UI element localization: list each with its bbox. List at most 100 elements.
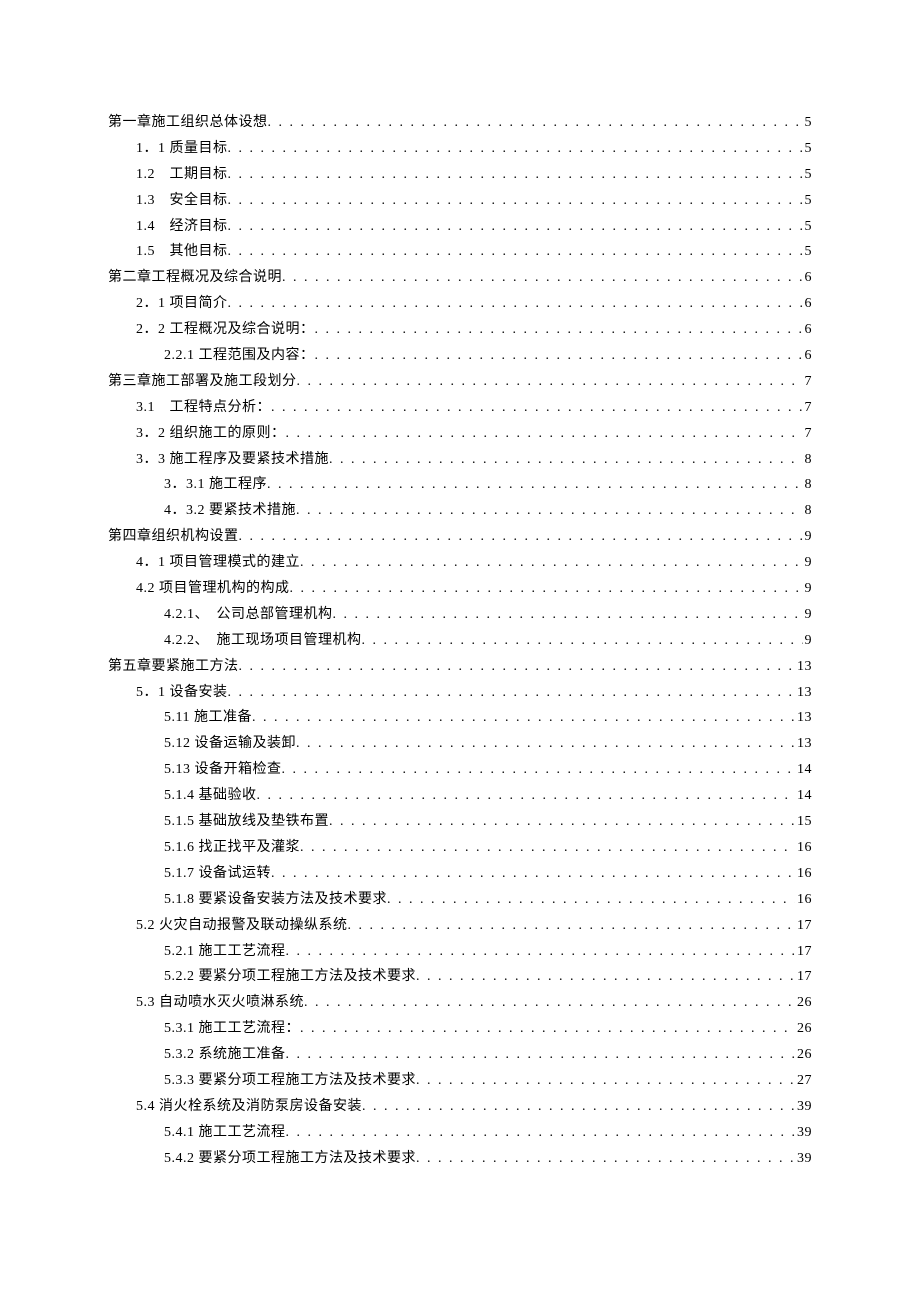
toc-entry-title: 4．3.2 要紧技术措施 (164, 498, 296, 524)
toc-entry-page: 9 (803, 524, 813, 550)
toc-leader-dots (416, 964, 795, 990)
toc-entry-title: 2．1 项目简介 (136, 291, 228, 317)
toc-entry-title: 第三章施工部署及施工段划分 (108, 369, 297, 395)
toc-entry[interactable]: 5.1.5 基础放线及垫铁布置15 (108, 809, 812, 835)
toc-entry-title: 第一章施工组织总体设想 (108, 110, 268, 136)
toc-entry[interactable]: 5.1.7 设备试运转 16 (108, 861, 812, 887)
toc-entry[interactable]: 1.2 工期目标5 (108, 162, 812, 188)
toc-entry-page: 17 (795, 913, 812, 939)
toc-leader-dots (416, 1146, 795, 1172)
toc-entry[interactable]: 5.3.3 要紧分项工程施工方法及技术要求27 (108, 1068, 812, 1094)
toc-entry[interactable]: 1．1 质量目标 5 (108, 136, 812, 162)
toc-entry[interactable]: 1.4 经济目标5 (108, 214, 812, 240)
toc-entry[interactable]: 5.2 火灾自动报警及联动操纵系统 17 (108, 913, 812, 939)
toc-entry[interactable]: 第五章要紧施工方法 13 (108, 654, 812, 680)
toc-leader-dots (286, 1042, 796, 1068)
toc-leader-dots (416, 1068, 795, 1094)
toc-entry[interactable]: 4.2.2、 施工现场项目管理机构9 (108, 628, 812, 654)
toc-entry[interactable]: 5.1.8 要紧设备安装方法及技术要求16 (108, 887, 812, 913)
toc-leader-dots (286, 939, 796, 965)
toc-leader-dots (239, 654, 796, 680)
toc-entry[interactable]: 第一章施工组织总体设想5 (108, 110, 812, 136)
toc-entry[interactable]: 2．1 项目简介 6 (108, 291, 812, 317)
toc-entry-page: 16 (795, 861, 812, 887)
toc-entry[interactable]: 5.1.6 找正找平及灌浆16 (108, 835, 812, 861)
toc-leader-dots (304, 990, 795, 1016)
toc-entry[interactable]: 5.3 自动喷水灭火喷淋系统 26 (108, 990, 812, 1016)
toc-entry-page: 39 (795, 1094, 812, 1120)
toc-entry[interactable]: 第二章工程概况及综合说明6 (108, 265, 812, 291)
toc-entry-page: 8 (803, 498, 813, 524)
toc-entry[interactable]: 5.4.1 施工工艺流程 39 (108, 1120, 812, 1146)
toc-entry-page: 6 (803, 317, 813, 343)
toc-entry[interactable]: 5．1 设备安装 13 (108, 680, 812, 706)
toc-entry-page: 8 (803, 472, 813, 498)
toc-entry[interactable]: 5.3.1 施工工艺流程：26 (108, 1016, 812, 1042)
toc-entry[interactable]: 5.12 设备运输及装卸13 (108, 731, 812, 757)
toc-entry[interactable]: 5.2.1 施工工艺流程17 (108, 939, 812, 965)
toc-entry-page: 13 (795, 680, 812, 706)
toc-entry-page: 5 (803, 136, 813, 162)
toc-entry[interactable]: 2.2.1 工程范围及内容：6 (108, 343, 812, 369)
toc-entry[interactable]: 4.2.1、 公司总部管理机构9 (108, 602, 812, 628)
toc-entry[interactable]: 2．2 工程概况及综合说明：6 (108, 317, 812, 343)
toc-entry-title: 5.4.1 施工工艺流程 (164, 1120, 286, 1146)
toc-leader-dots (300, 835, 795, 861)
toc-entry-title: 第五章要紧施工方法 (108, 654, 239, 680)
toc-entry-title: 5.3 自动喷水灭火喷淋系统 (136, 990, 304, 1016)
toc-entry-page: 39 (795, 1120, 812, 1146)
toc-entry[interactable]: 5.4.2 要紧分项工程施工方法及技术要求39 (108, 1146, 812, 1172)
toc-entry-page: 6 (803, 291, 813, 317)
toc-entry-page: 5 (803, 214, 813, 240)
toc-leader-dots (271, 861, 795, 887)
toc-entry-title: 1．1 质量目标 (136, 136, 228, 162)
toc-entry[interactable]: 5.11 施工准备13 (108, 705, 812, 731)
toc-entry[interactable]: 5.1.4 基础验收14 (108, 783, 812, 809)
toc-entry-title: 5．1 设备安装 (136, 680, 228, 706)
toc-leader-dots (282, 265, 803, 291)
toc-entry-title: 3．3 施工程序及要紧技术措施 (136, 447, 329, 473)
toc-entry-title: 1.2 工期目标 (136, 162, 228, 188)
toc-entry-title: 3．3.1 施工程序 (164, 472, 267, 498)
toc-leader-dots (228, 188, 803, 214)
toc-entry-title: 1.3 安全目标 (136, 188, 228, 214)
toc-entry-page: 15 (795, 809, 812, 835)
toc-entry[interactable]: 5.4 消火栓系统及消防泵房设备安装39 (108, 1094, 812, 1120)
toc-entry[interactable]: 4.2 项目管理机构的构成9 (108, 576, 812, 602)
toc-entry-page: 9 (803, 576, 813, 602)
toc-leader-dots (362, 1094, 795, 1120)
toc-leader-dots (348, 913, 796, 939)
toc-entry[interactable]: 第四章组织机构设置9 (108, 524, 812, 550)
toc-entry[interactable]: 3．3 施工程序及要紧技术措施8 (108, 447, 812, 473)
toc-entry[interactable]: 3．3.1 施工程序 8 (108, 472, 812, 498)
toc-leader-dots (296, 731, 795, 757)
toc-leader-dots (228, 162, 803, 188)
toc-entry-title: 5.4.2 要紧分项工程施工方法及技术要求 (164, 1146, 416, 1172)
toc-entry[interactable]: 5.3.2 系统施工准备26 (108, 1042, 812, 1068)
toc-entry-page: 7 (803, 369, 813, 395)
toc-entry-page: 16 (795, 887, 812, 913)
toc-entry[interactable]: 4．1 项目管理模式的建立9 (108, 550, 812, 576)
toc-leader-dots (228, 136, 803, 162)
toc-entry-title: 5.2 火灾自动报警及联动操纵系统 (136, 913, 348, 939)
toc-entry-page: 26 (795, 1042, 812, 1068)
toc-leader-dots (239, 524, 803, 550)
toc-entry-page: 9 (803, 628, 813, 654)
toc-leader-dots (315, 317, 803, 343)
toc-entry-page: 16 (795, 835, 812, 861)
toc-leader-dots (252, 705, 795, 731)
toc-entry-page: 6 (803, 343, 813, 369)
toc-leader-dots (333, 602, 803, 628)
toc-entry[interactable]: 5.2.2 要紧分项工程施工方法及技术要求17 (108, 964, 812, 990)
toc-entry[interactable]: 3.1 工程特点分析：7 (108, 395, 812, 421)
toc-entry-page: 26 (795, 990, 812, 1016)
toc-entry[interactable]: 1.5 其他目标5 (108, 239, 812, 265)
toc-entry-title: 5.1.7 设备试运转 (164, 861, 271, 887)
toc-entry[interactable]: 3．2 组织施工的原则：7 (108, 421, 812, 447)
toc-entry[interactable]: 5.13 设备开箱检查14 (108, 757, 812, 783)
toc-entry[interactable]: 4．3.2 要紧技术措施 8 (108, 498, 812, 524)
toc-entry[interactable]: 1.3 安全目标5 (108, 188, 812, 214)
toc-entry[interactable]: 第三章施工部署及施工段划分 7 (108, 369, 812, 395)
toc-entry-page: 13 (795, 654, 812, 680)
toc-leader-dots (257, 783, 796, 809)
